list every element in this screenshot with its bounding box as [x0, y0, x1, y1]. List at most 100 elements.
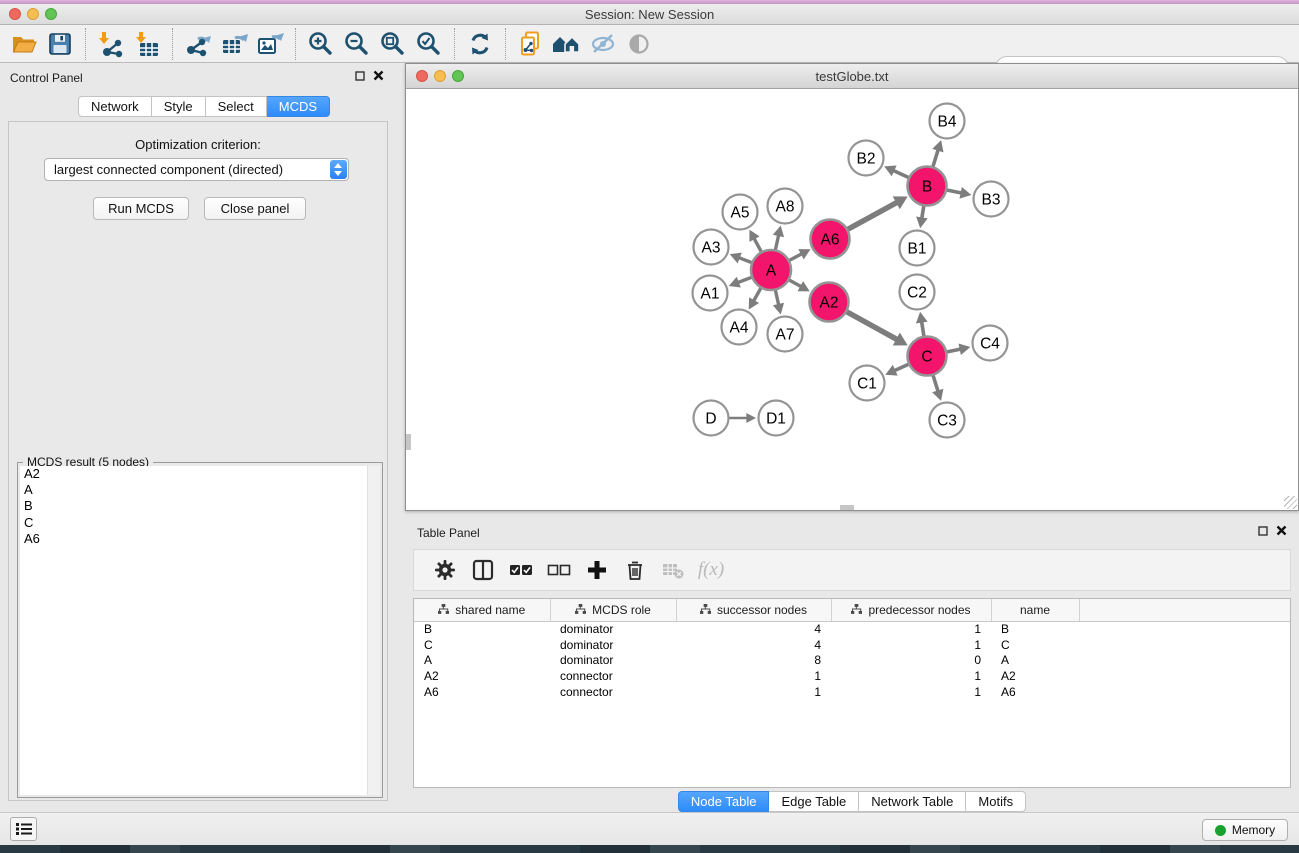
create-column-button[interactable] [578, 553, 616, 587]
cell-predecessor-nodes[interactable]: 1 [831, 668, 991, 684]
column-header-shared-name[interactable]: shared name [414, 599, 550, 621]
table-row[interactable]: Bdominator41B [414, 621, 1290, 637]
tab-node-table[interactable]: Node Table [678, 791, 770, 812]
task-history-button[interactable] [10, 817, 37, 841]
float-panel-icon[interactable] [1258, 526, 1268, 536]
cell-MCDS-role[interactable]: connector [550, 684, 676, 700]
cell-MCDS-role[interactable]: connector [550, 668, 676, 684]
network-window-titlebar[interactable]: testGlobe.txt [406, 64, 1298, 89]
mcds-result-item[interactable]: B [20, 498, 380, 514]
new-network-from-selection-button[interactable] [513, 27, 549, 61]
mcds-result-item[interactable]: A2 [20, 466, 380, 482]
tab-network-table[interactable]: Network Table [859, 791, 966, 812]
close-panel-icon[interactable] [373, 70, 384, 81]
vertical-scrollbar-thumb[interactable] [406, 434, 411, 450]
cell-filler [1079, 668, 1290, 684]
cell-shared-name[interactable]: A [414, 652, 550, 668]
hide-selected-button[interactable] [585, 27, 621, 61]
zoom-fit-button[interactable] [375, 27, 411, 61]
memory-button[interactable]: Memory [1202, 819, 1288, 841]
tab-edge-table[interactable]: Edge Table [769, 791, 859, 812]
node-label-B3: B3 [982, 192, 1001, 209]
first-neighbors-button[interactable] [549, 27, 585, 61]
show-all-button[interactable] [621, 27, 657, 61]
cell-predecessor-nodes[interactable]: 1 [831, 684, 991, 700]
run-mcds-button[interactable]: Run MCDS [93, 197, 189, 220]
network-graph[interactable]: AA1A2A3A4A5A6A7A8BB1B2B3B4CC1C2C3C4DD1 [406, 89, 1298, 510]
refresh-button[interactable] [462, 27, 498, 61]
cell-name[interactable]: A2 [991, 668, 1079, 684]
cell-successor-nodes[interactable]: 8 [676, 652, 831, 668]
zoom-selected-button[interactable] [411, 27, 447, 61]
cell-shared-name[interactable]: B [414, 621, 550, 637]
cell-name[interactable]: A6 [991, 684, 1079, 700]
export-image-icon [256, 30, 284, 58]
mcds-panel: Optimization criterion: largest connecte… [8, 121, 388, 801]
cell-successor-nodes[interactable]: 4 [676, 637, 831, 653]
cell-predecessor-nodes[interactable]: 0 [831, 652, 991, 668]
cell-MCDS-role[interactable]: dominator [550, 621, 676, 637]
import-table-icon [133, 30, 161, 58]
save-session-button[interactable] [42, 27, 78, 61]
cell-successor-nodes[interactable]: 1 [676, 668, 831, 684]
show-columns-button[interactable] [464, 553, 502, 587]
column-header-successor-nodes[interactable]: successor nodes [676, 599, 831, 621]
zoom-in-button[interactable] [303, 27, 339, 61]
cell-predecessor-nodes[interactable]: 1 [831, 637, 991, 653]
export-network-button[interactable] [180, 27, 216, 61]
column-header-MCDS-role[interactable]: MCDS role [550, 599, 676, 621]
delete-column-button[interactable] [616, 553, 654, 587]
horizontal-scrollbar-thumb[interactable] [840, 505, 854, 510]
export-image-button[interactable] [252, 27, 288, 61]
control-panel-tabs: NetworkStyleSelectMCDS [78, 96, 330, 117]
select-all-button[interactable] [502, 553, 540, 587]
tab-style[interactable]: Style [152, 96, 206, 117]
cell-predecessor-nodes[interactable]: 1 [831, 621, 991, 637]
export-table-button[interactable] [216, 27, 252, 61]
column-label: shared name [455, 603, 525, 617]
open-file-button[interactable] [6, 27, 42, 61]
mcds-result-item[interactable]: A [20, 482, 380, 498]
table-row[interactable]: A6connector11A6 [414, 684, 1290, 700]
scrollbar-track[interactable] [367, 466, 380, 795]
tab-network[interactable]: Network [78, 96, 152, 117]
cell-MCDS-role[interactable]: dominator [550, 637, 676, 653]
cell-name[interactable]: B [991, 621, 1079, 637]
cell-shared-name[interactable]: A6 [414, 684, 550, 700]
optimization-criterion-select[interactable]: largest connected component (directed) [44, 158, 349, 181]
table-row[interactable]: Cdominator41C [414, 637, 1290, 653]
cell-shared-name[interactable]: A2 [414, 668, 550, 684]
fx-icon: f(x) [698, 559, 724, 581]
cell-name[interactable]: A [991, 652, 1079, 668]
close-panel-button[interactable]: Close panel [204, 197, 306, 220]
tab-select[interactable]: Select [206, 96, 267, 117]
deselect-all-button[interactable] [540, 553, 578, 587]
cell-MCDS-role[interactable]: dominator [550, 652, 676, 668]
column-header-name[interactable]: name [991, 599, 1079, 621]
column-type-icon [851, 604, 862, 615]
first-neighbors-icon [551, 30, 583, 58]
close-panel-icon[interactable] [1276, 525, 1287, 536]
network-canvas[interactable]: AA1A2A3A4A5A6A7A8BB1B2B3B4CC1C2C3C4DD1 [406, 89, 1298, 510]
column-header-predecessor-nodes[interactable]: predecessor nodes [831, 599, 991, 621]
main-titlebar: Session: New Session [0, 4, 1299, 25]
zoom-out-button[interactable] [339, 27, 375, 61]
float-panel-icon[interactable] [355, 71, 365, 81]
memory-status-icon [1215, 825, 1226, 836]
node-table[interactable]: shared name MCDS rolesuccessor nodesprede… [413, 598, 1291, 788]
tab-motifs[interactable]: Motifs [966, 791, 1026, 812]
import-table-button[interactable] [129, 27, 165, 61]
resize-grip[interactable] [1284, 496, 1297, 509]
tab-mcds[interactable]: MCDS [267, 96, 330, 117]
table-row[interactable]: Adominator80A [414, 652, 1290, 668]
cell-name[interactable]: C [991, 637, 1079, 653]
show-all-icon [625, 30, 653, 58]
import-network-button[interactable] [93, 27, 129, 61]
cell-successor-nodes[interactable]: 4 [676, 621, 831, 637]
cell-successor-nodes[interactable]: 1 [676, 684, 831, 700]
mcds-result-item[interactable]: C [20, 515, 380, 531]
cell-shared-name[interactable]: C [414, 637, 550, 653]
table-settings-button[interactable] [426, 553, 464, 587]
mcds-result-item[interactable]: A6 [20, 531, 380, 547]
table-row[interactable]: A2connector11A2 [414, 668, 1290, 684]
